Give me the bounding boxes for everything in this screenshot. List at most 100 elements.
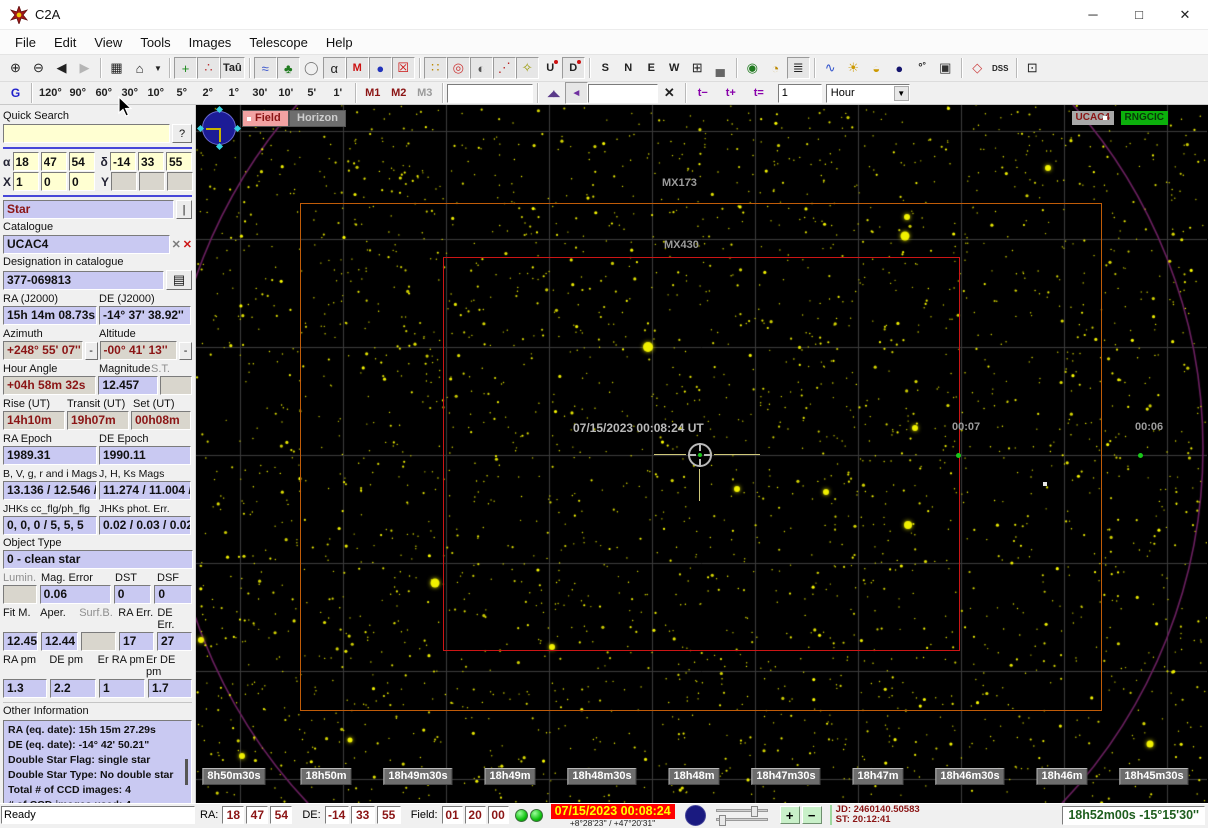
tab-field[interactable]: Field [242,110,289,127]
maximize-button[interactable]: □ [1116,0,1162,30]
badge-ucac4[interactable]: UCAC4 [1071,111,1114,125]
face-east-button[interactable]: E [640,57,663,79]
star-names-button[interactable]: Taû [220,57,245,79]
other-info-box[interactable]: RA (eq. date): 15h 15m 27.29s DE (eq. dat… [3,720,192,816]
catalogue-field[interactable]: UCAC4 [3,235,170,254]
galaxies-button[interactable]: ◎ [446,57,470,79]
tab-horizon[interactable]: Horizon [289,110,346,127]
nebula-outlines-button[interactable]: ◯ [300,57,323,79]
menu-tools[interactable]: Tools [131,32,179,53]
time-unit-select[interactable]: Hour ▼ [825,83,910,103]
night-mode-indicator[interactable] [684,804,706,826]
earth-map-button[interactable]: ◉ [741,57,764,79]
zoom-preset-1deg[interactable]: 1° [221,84,247,103]
catalogue-next-icon[interactable]: ✕ [183,238,192,251]
constellation-lines-button[interactable]: ∴ [197,57,220,79]
sun-button[interactable]: ☀ [842,57,865,79]
time-slider[interactable] [715,806,768,817]
menu-help[interactable]: Help [317,32,362,53]
telescope-control-button[interactable]: ⊡ [1021,57,1044,79]
constellation-figures-button[interactable]: ≈ [253,57,277,79]
menu-images[interactable]: Images [180,32,241,53]
menu-file[interactable]: File [6,32,45,53]
altitude-more-button[interactable]: - [179,341,193,360]
zoom-preset-60deg[interactable]: 60° [91,84,117,103]
catalogue-prev-icon[interactable]: ✕ [172,238,181,251]
x-coord-field-1[interactable] [41,172,68,191]
chevron-down-icon[interactable]: ▼ [893,85,909,101]
marker-field[interactable] [446,83,533,103]
zoom-preset-120deg[interactable]: 120° [36,84,65,103]
menu-view[interactable]: View [85,32,131,53]
marker-m1-button[interactable]: M1 [360,84,386,103]
face-west-button[interactable]: W [663,57,686,79]
delta-field-1[interactable] [138,152,164,171]
uranometria-labels-button[interactable]: U [539,57,562,79]
zoom-preset-5min[interactable]: 5' [299,84,325,103]
rotation-field[interactable] [587,83,658,103]
marker-m3-button[interactable]: M3 [412,84,438,103]
comets-button[interactable]: ✧ [515,57,539,79]
alpha-field-1[interactable] [40,152,67,171]
status-de-field-1[interactable]: 33 [350,806,375,824]
status-field-field-2[interactable]: 00 [487,806,509,824]
close-button[interactable]: ✕ [1162,0,1208,30]
zoom-minus-button[interactable]: − [801,806,822,824]
dome-view-button[interactable]: ⌂ [128,57,151,79]
goto-button[interactable]: G [4,82,27,104]
marker-m2-button[interactable]: M2 [386,84,412,103]
status-ra-field-2[interactable]: 54 [270,806,293,824]
pan-view-button[interactable]: ⊞ [686,57,709,79]
alpha-field-0[interactable] [12,152,39,171]
slider-knob[interactable] [718,815,726,826]
delta-field-2[interactable] [166,152,192,171]
center-field-button[interactable]: + [174,57,197,79]
minimize-button[interactable]: ─ [1070,0,1116,30]
zoom-preset-90deg[interactable]: 90° [65,84,91,103]
status-ra-field-1[interactable]: 47 [246,806,269,824]
zoom-out-button[interactable]: ⊖ [27,57,50,79]
sky-chart[interactable]: Field Horizon UCAC4 RNGCIC MX173 MX430 0… [196,105,1208,803]
dss-download-button[interactable]: DSS [989,57,1012,79]
print-button[interactable]: ▤ [166,270,192,290]
zoom-preset-1min[interactable]: 1' [325,84,351,103]
camera-frames-button[interactable]: ▣ [934,57,957,79]
x-coord-field-0[interactable] [13,172,40,191]
face-south-button[interactable]: S [594,57,617,79]
zoom-preset-5deg[interactable]: 5° [169,84,195,103]
time-forward-button[interactable]: t+ [718,84,744,103]
time-back-button[interactable]: t− [690,84,716,103]
asteroids-button[interactable]: ⋰ [492,57,516,79]
zoom-preset-10deg[interactable]: 10° [143,84,169,103]
ccd-frame-button[interactable]: ◇ [966,57,989,79]
alpha-field-2[interactable] [68,152,95,171]
menu-telescope[interactable]: Telescope [240,32,317,53]
status-de-field-2[interactable]: 55 [376,806,401,824]
moon-phases-button[interactable]: ◐ [469,57,493,79]
zoom-in-button[interactable]: ⊕ [4,57,27,79]
frame-marker-button[interactable]: ☒ [391,57,415,79]
satellites-button[interactable]: °˚ [911,57,934,79]
x-coord-field-2[interactable] [69,172,96,191]
status-field-field-0[interactable]: 01 [441,806,463,824]
zoom-preset-10min[interactable]: 10' [273,84,299,103]
horizon-fill-button[interactable]: ▄ [709,57,732,79]
speed-slider[interactable] [715,815,768,826]
time-step-field[interactable] [777,83,822,103]
zoom-preset-30deg[interactable]: 30° [117,84,143,103]
zoom-preset-2deg[interactable]: 2° [195,84,221,103]
flip-vertical-button[interactable]: ◄ [564,82,588,104]
quick-search-help-button[interactable]: ? [172,124,192,143]
quick-search-input[interactable] [3,124,170,143]
star-clusters-button[interactable]: ∷ [423,57,447,79]
delta-field-0[interactable] [110,152,136,171]
horizon-landscape-button[interactable]: ♣ [276,57,300,79]
scrollbar-thumb[interactable] [185,759,188,785]
bayer-letters-button[interactable]: α [322,57,346,79]
ephemerides-button[interactable]: ∿ [819,57,842,79]
designation-field[interactable]: 377-069813 [3,270,164,290]
dome-dropdown-button[interactable]: ▼ [151,57,165,79]
status-ra-field-0[interactable]: 18 [222,806,245,824]
slider-knob[interactable] [750,806,758,817]
badge-rngcic[interactable]: RNGCIC [1120,111,1168,125]
